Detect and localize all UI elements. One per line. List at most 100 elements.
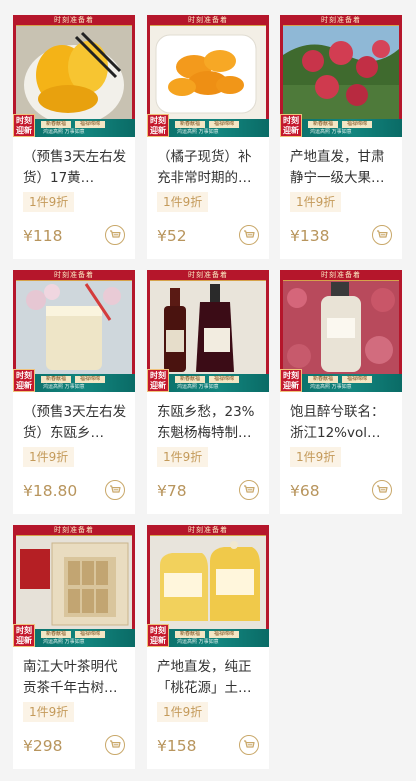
new-year-seal: 时刻 迎新 (13, 114, 35, 137)
add-to-cart-button[interactable] (105, 735, 125, 755)
product-image[interactable]: 时刻准备着 新春献福 福禄绵绵 鸿运高照 万事如意 时刻 迎新 (280, 270, 402, 392)
product-card[interactable]: 时刻准备着 新春献福 福禄绵绵 鸿运高照 万事如意 时刻 迎新 （橘子现货）补充… (147, 15, 269, 259)
product-price: ¥298 (23, 737, 63, 755)
seal-text: 时刻 迎新 (16, 370, 32, 390)
seal-text: 时刻 迎新 (283, 115, 299, 135)
festive-frame-top: 时刻准备着 (13, 525, 135, 536)
product-card[interactable]: 时刻准备着 新春献福 福禄绵绵 鸿运高照 万事如意 时刻 迎新 产地直发，甘肃静… (280, 15, 402, 259)
product-image[interactable]: 时刻准备着 新春献福 福禄绵绵 鸿运高照 万事如意 时刻 迎新 (13, 525, 135, 647)
new-year-seal: 时刻 迎新 (147, 114, 169, 137)
product-image[interactable]: 时刻准备着 新春献福 福禄绵绵 鸿运高照 万事如意 时刻 迎新 (147, 270, 269, 392)
strip-slot: 福禄绵绵 (209, 631, 239, 638)
strip-slot: 福禄绵绵 (209, 376, 239, 383)
strip-slot: 新春献福 (175, 121, 205, 128)
frame-banner-text: 时刻准备着 (188, 271, 228, 279)
cart-icon (377, 485, 388, 493)
product-title[interactable]: （橘子现货）补充非常时期的… (157, 147, 261, 189)
strip-small-text: 鸿运高照 万事如意 (43, 639, 85, 645)
product-image[interactable]: 时刻准备着 新春献福 福禄绵绵 鸿运高照 万事如意 时刻 迎新 (13, 15, 135, 137)
product-info: 南江大叶茶明代贡茶千年古树… 1件9折 ¥298 (13, 647, 135, 769)
strip-slot: 福禄绵绵 (75, 631, 105, 638)
product-card[interactable]: 时刻准备着 新春献福 福禄绵绵 鸿运高照 万事如意 时刻 迎新 （预售3天左右发… (13, 270, 135, 514)
discount-tag: 1件9折 (23, 447, 75, 467)
cart-icon (244, 485, 255, 493)
product-title[interactable]: 南江大叶茶明代贡茶千年古树… (23, 657, 127, 699)
product-card[interactable]: 时刻准备着 新春献福 福禄绵绵 鸿运高照 万事如意 时刻 迎新 南江大叶茶明代贡… (13, 525, 135, 769)
product-image[interactable]: 时刻准备着 新春献福 福禄绵绵 鸿运高照 万事如意 时刻 迎新 (280, 15, 402, 137)
product-card[interactable]: 时刻准备着 新春献福 福禄绵绵 鸿运高照 万事如意 时刻 迎新 （预售3天左右发… (13, 15, 135, 259)
cart-icon (377, 230, 388, 238)
festive-frame-top: 时刻准备着 (13, 270, 135, 281)
frame-banner-text: 时刻准备着 (188, 526, 228, 534)
product-title[interactable]: （预售3天左右发货）东瓯乡… (23, 402, 127, 444)
add-to-cart-button[interactable] (239, 480, 259, 500)
seal-text: 时刻 迎新 (16, 625, 32, 645)
strip-slot: 新春献福 (41, 121, 71, 128)
new-year-seal: 时刻 迎新 (280, 114, 302, 137)
product-title[interactable]: 东瓯乡愁，23%东魁杨梅特制… (157, 402, 261, 444)
frame-banner-text: 时刻准备着 (321, 271, 361, 279)
strip-small-text: 鸿运高照 万事如意 (177, 129, 219, 135)
strip-small-text: 鸿运高照 万事如意 (310, 129, 352, 135)
strip-slot: 新春献福 (308, 376, 338, 383)
strip-slot: 新春献福 (41, 376, 71, 383)
new-year-seal: 时刻 迎新 (280, 369, 302, 392)
strip-slot: 福禄绵绵 (342, 376, 372, 383)
product-price: ¥68 (290, 482, 320, 500)
product-photo (283, 25, 399, 119)
product-photo (16, 280, 132, 374)
add-to-cart-button[interactable] (105, 225, 125, 245)
seal-text: 时刻 迎新 (283, 370, 299, 390)
product-info: 产地直发，甘肃静宁一级大果… 1件9折 ¥138 (280, 137, 402, 259)
strip-slot: 新春献福 (308, 121, 338, 128)
festive-frame-top: 时刻准备着 (13, 15, 135, 26)
cart-icon (110, 485, 121, 493)
strip-small-text: 鸿运高照 万事如意 (43, 384, 85, 390)
new-year-seal: 时刻 迎新 (13, 624, 35, 647)
product-card[interactable]: 时刻准备着 新春献福 福禄绵绵 鸿运高照 万事如意 时刻 迎新 产地直发，纯正「… (147, 525, 269, 769)
seal-text: 时刻 迎新 (150, 115, 166, 135)
strip-slot: 新春献福 (175, 376, 205, 383)
product-photo (16, 25, 132, 125)
strip-small-text: 鸿运高照 万事如意 (177, 384, 219, 390)
product-price: ¥52 (157, 227, 187, 245)
product-title[interactable]: （预售3天左右发货）17黄… (23, 147, 127, 189)
strip-slot: 福禄绵绵 (75, 376, 105, 383)
new-year-seal: 时刻 迎新 (13, 369, 35, 392)
product-photo (150, 280, 266, 374)
cart-icon (244, 230, 255, 238)
product-card[interactable]: 时刻准备着 新春献福 福禄绵绵 鸿运高照 万事如意 时刻 迎新 东瓯乡愁，23%… (147, 270, 269, 514)
cart-icon (110, 230, 121, 238)
product-title[interactable]: 饱且醉兮联名：浙江12%vol… (290, 402, 394, 444)
seal-text: 时刻 迎新 (150, 370, 166, 390)
product-image[interactable]: 时刻准备着 新春献福 福禄绵绵 鸿运高照 万事如意 时刻 迎新 (147, 15, 269, 137)
add-to-cart-button[interactable] (372, 225, 392, 245)
product-info: 饱且醉兮联名：浙江12%vol… 1件9折 ¥68 (280, 392, 402, 514)
product-card[interactable]: 时刻准备着 新春献福 福禄绵绵 鸿运高照 万事如意 时刻 迎新 饱且醉兮联名：浙… (280, 270, 402, 514)
product-image[interactable]: 时刻准备着 新春献福 福禄绵绵 鸿运高照 万事如意 时刻 迎新 (13, 270, 135, 392)
product-photo (150, 535, 266, 629)
product-info: 产地直发，纯正「桃花源」土… 1件9折 ¥158 (147, 647, 269, 769)
product-info: （预售3天左右发货）17黄… 1件9折 ¥118 (13, 137, 135, 259)
festive-frame-top: 时刻准备着 (147, 270, 269, 281)
product-photo (283, 280, 399, 374)
frame-banner-text: 时刻准备着 (54, 271, 94, 279)
strip-slot: 福禄绵绵 (209, 121, 239, 128)
discount-tag: 1件9折 (157, 702, 209, 722)
product-price: ¥78 (157, 482, 187, 500)
product-title[interactable]: 产地直发，纯正「桃花源」土… (157, 657, 261, 699)
new-year-seal: 时刻 迎新 (147, 369, 169, 392)
seal-text: 时刻 迎新 (150, 625, 166, 645)
festive-frame-top: 时刻准备着 (147, 525, 269, 536)
product-image[interactable]: 时刻准备着 新春献福 福禄绵绵 鸿运高照 万事如意 时刻 迎新 (147, 525, 269, 647)
festive-frame-top: 时刻准备着 (147, 15, 269, 26)
add-to-cart-button[interactable] (105, 480, 125, 500)
product-title[interactable]: 产地直发，甘肃静宁一级大果… (290, 147, 394, 189)
product-info: （橘子现货）补充非常时期的… 1件9折 ¥52 (147, 137, 269, 259)
frame-banner-text: 时刻准备着 (54, 16, 94, 24)
add-to-cart-button[interactable] (239, 225, 259, 245)
add-to-cart-button[interactable] (239, 735, 259, 755)
add-to-cart-button[interactable] (372, 480, 392, 500)
product-price: ¥138 (290, 227, 330, 245)
strip-slot: 新春献福 (175, 631, 205, 638)
